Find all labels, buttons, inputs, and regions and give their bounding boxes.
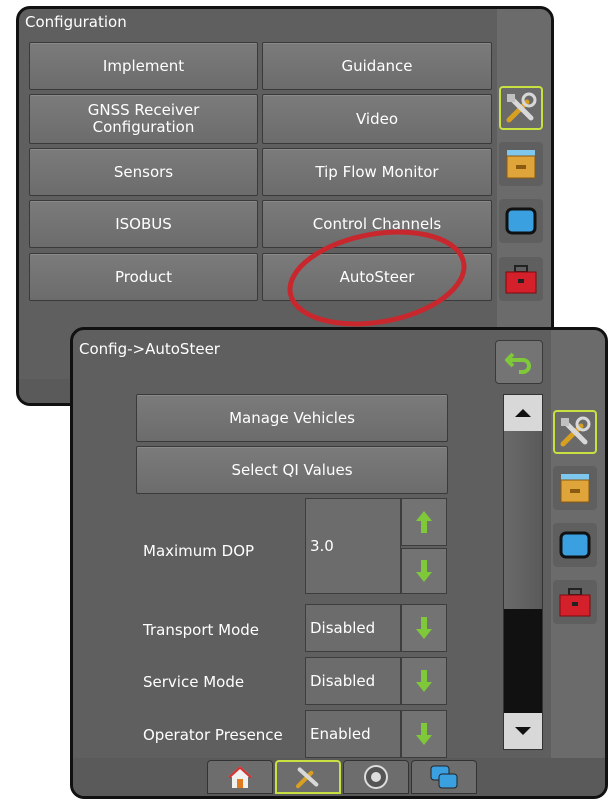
scroll-down-button[interactable] (504, 713, 542, 749)
page-title: Configuration (25, 13, 127, 31)
transport-mode-label: Transport Mode (143, 621, 260, 639)
scroll-up-icon (515, 409, 531, 417)
sensors-button[interactable]: Sensors (29, 148, 258, 196)
scroll-thumb[interactable] (504, 431, 542, 609)
page-title: Config->AutoSteer (79, 340, 220, 358)
guidance-icon (364, 765, 388, 789)
toolbox-icon[interactable] (553, 580, 597, 624)
storage-icon[interactable] (499, 142, 543, 186)
display-icon[interactable] (553, 523, 597, 567)
back-button[interactable] (495, 340, 543, 384)
display-icon[interactable] (499, 199, 543, 243)
service-mode-label: Service Mode (143, 673, 245, 691)
scroll-up-button[interactable] (504, 395, 542, 431)
maximum-dop-field[interactable]: 3.0 (305, 498, 401, 594)
implement-button[interactable]: Implement (29, 42, 258, 90)
guidance-tab[interactable] (343, 760, 409, 794)
arrow-down-icon (416, 617, 432, 639)
highlight-ellipse (287, 229, 467, 327)
scrollbar[interactable] (503, 394, 543, 750)
gnss-receiver-configuration-button[interactable]: GNSS Receiver Configuration (29, 94, 258, 144)
operator-presence-label: Operator Presence (143, 726, 283, 744)
select-qi-values-button[interactable]: Select QI Values (136, 446, 448, 494)
isobus-button[interactable]: ISOBUS (29, 200, 258, 248)
guidance-button[interactable]: Guidance (262, 42, 492, 90)
toolbox-icon[interactable] (499, 257, 543, 301)
tools-icon (295, 767, 319, 789)
home-tab[interactable] (207, 760, 273, 794)
arrow-up-icon (416, 511, 432, 533)
back-arrow-icon (505, 352, 531, 374)
increase-dop-button[interactable] (401, 498, 447, 546)
service-mode-field[interactable]: Disabled (305, 657, 401, 705)
arrow-down-icon (416, 560, 432, 582)
manage-vehicles-button[interactable]: Manage Vehicles (136, 394, 448, 442)
screens-tab[interactable] (411, 760, 477, 794)
transport-mode-dropdown-button[interactable] (401, 604, 447, 652)
scroll-down-icon (515, 727, 531, 735)
transport-mode-field[interactable]: Disabled (305, 604, 401, 652)
footer-bar (73, 758, 605, 796)
storage-icon[interactable] (553, 466, 597, 510)
autosteer-screen: Config->AutoSteer Manage Vehicles Select… (70, 327, 608, 799)
product-button[interactable]: Product (29, 253, 258, 301)
tools-icon[interactable] (553, 410, 597, 454)
home-icon (228, 766, 252, 788)
video-button[interactable]: Video (262, 94, 492, 144)
service-mode-dropdown-button[interactable] (401, 657, 447, 705)
operator-presence-field[interactable]: Enabled (305, 710, 401, 758)
arrow-down-icon (416, 670, 432, 692)
tip-flow-monitor-button[interactable]: Tip Flow Monitor (262, 148, 492, 196)
arrow-down-icon (416, 723, 432, 745)
tools-tab[interactable] (275, 760, 341, 794)
maximum-dop-label: Maximum DOP (143, 542, 255, 560)
screens-icon (430, 765, 458, 789)
operator-presence-dropdown-button[interactable] (401, 710, 447, 758)
decrease-dop-button[interactable] (401, 548, 447, 594)
tools-icon[interactable] (499, 86, 543, 130)
